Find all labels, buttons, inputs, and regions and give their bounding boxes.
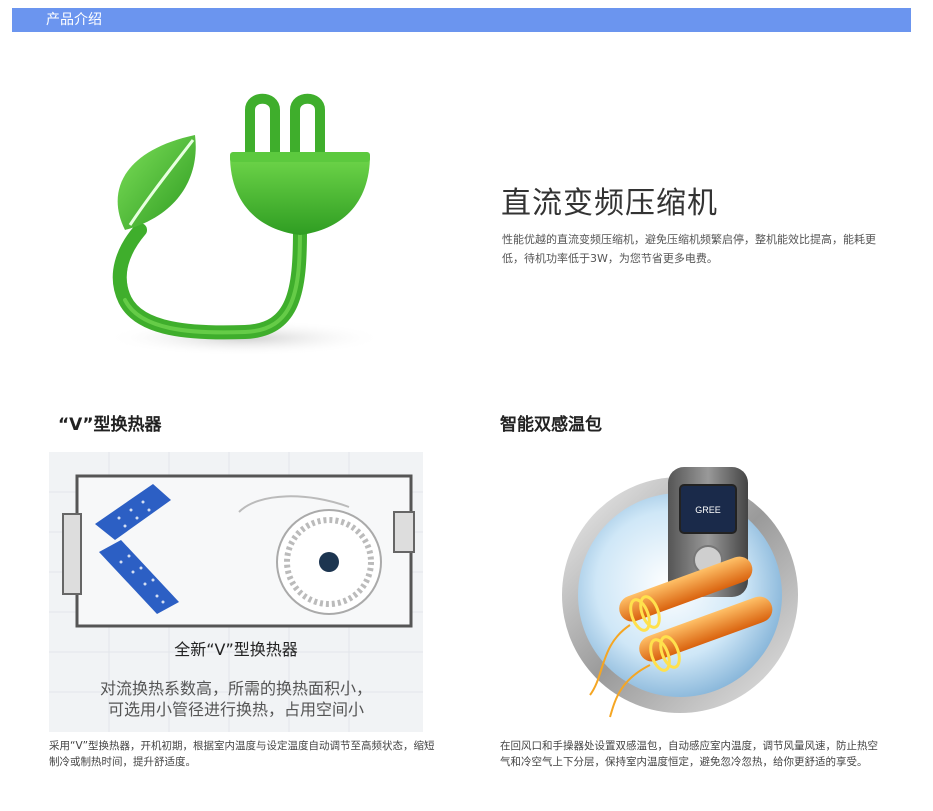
feature-v-heat-exchanger-description: 采用“V”型换热器，开机初期，根据室内温度与设定温度自动调节至高频状态，缩短制冷… (49, 740, 435, 768)
dual-temperature-sensor-icon: GREE (562, 467, 798, 718)
hero-feature-title: 直流变频压缩机 (501, 186, 718, 221)
v-heat-exchanger-caption-main: 全新“V”型换热器 (174, 640, 298, 659)
section-header-bar: 产品介绍 (12, 8, 911, 32)
caption-line-2: 可选用小管径进行换热，占用空间小 (107, 700, 364, 719)
feature-dual-sensor-title: 智能双感温包 (500, 415, 602, 435)
eco-plug-leaf-icon (105, 93, 385, 356)
v-heat-exchanger-caption-detail: 对流换热系数高，所需的换热面积小， 可选用小管径进行换热，占用空间小 (49, 678, 423, 720)
v-heat-exchanger-image: 全新“V”型换热器 对流换热系数高，所需的换热面积小， 可选用小管径进行换热，占… (49, 452, 423, 732)
feature-dual-sensor-description: 在回风口和手操器处设置双感温包，自动感应室内温度，调节风量风速，防止热空气和冷空… (500, 740, 878, 768)
brand-label: GREE (695, 505, 721, 515)
caption-line-1: 对流换热系数高，所需的换热面积小， (99, 679, 372, 698)
feature-v-heat-exchanger-title: “V”型换热器 (58, 415, 162, 435)
section-title: 产品介绍 (46, 12, 102, 28)
hero-feature-description: 性能优越的直流变频压缩机，避免压缩机频繁启停，整机能效比提高，能耗更低，待机功率… (502, 233, 876, 265)
